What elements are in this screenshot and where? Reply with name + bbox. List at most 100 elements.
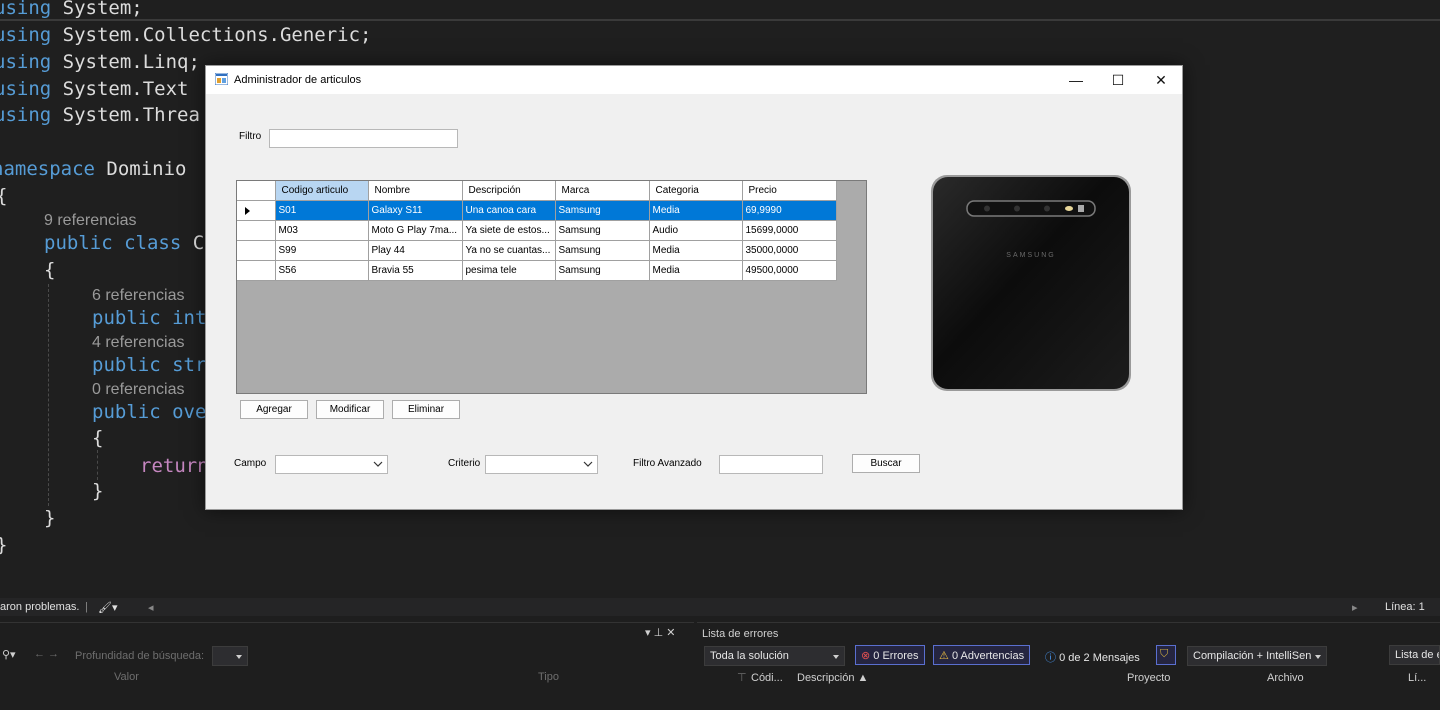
namespace-line: namespace Dominio	[0, 158, 187, 180]
phone-brand-text: SAMSUNG	[1006, 252, 1055, 259]
grid-row[interactable]: S99 Play 44 Ya no se cuantas... Samsung …	[237, 240, 837, 261]
column-header-price[interactable]: Precio	[742, 181, 837, 201]
brace-close: }	[0, 534, 7, 556]
column-header-name[interactable]: Nombre	[368, 181, 463, 201]
grid-row[interactable]: S56 Bravia 55 pesima tele Samsung Media …	[237, 260, 837, 281]
brush-icon[interactable]: 🖌▾	[98, 601, 118, 614]
cell-category[interactable]: Media	[649, 240, 743, 261]
column-header-description[interactable]: Descripción	[462, 181, 556, 201]
code-line-4: using System.Text	[0, 78, 189, 100]
codelens-refs[interactable]: 0 referencias	[92, 379, 185, 401]
cell-description[interactable]: Una canoa cara	[462, 200, 556, 221]
property-line: public str	[92, 354, 207, 376]
errors-filter-button[interactable]: ⊗ 0 Errores	[855, 645, 925, 665]
codelens-refs[interactable]: 6 referencias	[92, 285, 185, 307]
cell-price[interactable]: 35000,0000	[742, 240, 837, 261]
chevron-down-icon	[373, 461, 383, 467]
cell-price[interactable]: 69,9990	[742, 200, 837, 221]
cell-name[interactable]: Bravia 55	[368, 260, 463, 281]
row-header[interactable]	[237, 260, 276, 281]
cell-name[interactable]: Moto G Play 7ma...	[368, 220, 463, 241]
search-button[interactable]: Buscar	[852, 454, 920, 473]
scroll-right-icon[interactable]: ▸	[1352, 601, 1358, 614]
scroll-left-icon[interactable]: ◂	[148, 601, 154, 614]
code-line-2: using System.Collections.Generic;	[0, 24, 372, 46]
build-dropdown[interactable]: Compilación + IntelliSen	[1187, 646, 1327, 666]
error-icon: ⊗	[861, 650, 871, 662]
cell-brand[interactable]: Samsung	[555, 240, 650, 261]
error-list-panel: Lista de errores Toda la solución ⊗ 0 Er…	[697, 622, 1440, 710]
cell-brand[interactable]: Samsung	[555, 260, 650, 281]
cell-code[interactable]: S99	[275, 240, 369, 261]
row-header[interactable]	[237, 220, 276, 241]
codelens-refs[interactable]: 4 referencias	[92, 332, 185, 354]
grid-row-selected[interactable]: S01 Galaxy S11 Una canoa cara Samsung Me…	[237, 200, 837, 221]
codelens-refs[interactable]: 9 referencias	[44, 210, 137, 232]
window-title: Administrador de articulos	[234, 74, 362, 86]
cell-description[interactable]: Ya no se cuantas...	[462, 240, 556, 261]
advanced-filter-input[interactable]	[719, 455, 823, 474]
row-header[interactable]	[237, 200, 276, 221]
messages-filter-button[interactable]: ⓘ 0 de 2 Mensajes	[1039, 645, 1146, 665]
search-error-list-input[interactable]: Lista de e	[1389, 645, 1440, 665]
column-description[interactable]: Descripción ▲	[797, 672, 868, 684]
class-line: public class C	[44, 232, 205, 254]
class-brace-close: }	[44, 507, 56, 529]
cell-description[interactable]: Ya siete de estos...	[462, 220, 556, 241]
edit-button[interactable]: Modificar	[316, 400, 384, 419]
maximize-button[interactable]: ☐	[1096, 66, 1140, 94]
error-list-title: Lista de errores	[702, 628, 779, 640]
brace-open: {	[0, 185, 7, 207]
row-header-corner[interactable]	[237, 181, 276, 201]
articles-grid[interactable]: Codigo articulo Nombre Descripción Marca…	[236, 180, 867, 394]
depth-dropdown[interactable]	[212, 646, 248, 666]
cell-price[interactable]: 49500,0000	[742, 260, 837, 281]
minimize-button[interactable]: —	[1054, 66, 1098, 94]
cell-code[interactable]: S56	[275, 260, 369, 281]
cell-code[interactable]: S01	[275, 200, 369, 221]
column-header-code[interactable]: Codigo articulo	[275, 181, 369, 201]
column-file[interactable]: Archivo	[1267, 672, 1304, 684]
method-line: public ove	[92, 401, 207, 423]
warnings-filter-button[interactable]: ⚠ 0 Advertencias	[933, 645, 1031, 665]
cell-description[interactable]: pesima tele	[462, 260, 556, 281]
filter-input[interactable]	[269, 129, 458, 148]
property-line: public int	[92, 307, 207, 329]
cell-name[interactable]: Galaxy S11	[368, 200, 463, 221]
delete-button[interactable]: Eliminar	[392, 400, 460, 419]
cell-price[interactable]: 15699,0000	[742, 220, 837, 241]
class-brace-open: {	[44, 259, 56, 281]
problems-text: aron problemas.	[0, 601, 80, 613]
cell-brand[interactable]: Samsung	[555, 200, 650, 221]
column-header-brand[interactable]: Marca	[555, 181, 650, 201]
column-line[interactable]: Lí...	[1408, 672, 1426, 684]
panel-pin-controls[interactable]: ▾ ⊥ ✕	[645, 626, 675, 639]
back-arrow-icon[interactable]: ← →	[34, 648, 59, 660]
separator: |	[85, 601, 88, 613]
method-brace-open: {	[92, 427, 104, 449]
field-combobox[interactable]	[275, 455, 388, 474]
search-icon[interactable]: ⚲▾	[2, 648, 16, 661]
cell-category[interactable]: Media	[649, 260, 743, 281]
column-code[interactable]: Códi...	[751, 672, 783, 684]
grid-row[interactable]: M03 Moto G Play 7ma... Ya siete de estos…	[237, 220, 837, 241]
cell-brand[interactable]: Samsung	[555, 220, 650, 241]
cell-name[interactable]: Play 44	[368, 240, 463, 261]
add-button[interactable]: Agregar	[240, 400, 308, 419]
info-icon: ⓘ	[1045, 652, 1056, 664]
row-header[interactable]	[237, 240, 276, 261]
column-header-category[interactable]: Categoria	[649, 181, 743, 201]
code-line-3: using System.Linq;	[0, 51, 200, 73]
criteria-combobox[interactable]	[485, 455, 598, 474]
cell-category[interactable]: Audio	[649, 220, 743, 241]
scope-dropdown[interactable]: Toda la solución	[704, 646, 845, 666]
sort-icon: ⊤	[737, 672, 747, 684]
app-icon	[215, 73, 228, 85]
filter-icon[interactable]: ⛉	[1156, 645, 1176, 665]
column-project[interactable]: Proyecto	[1127, 672, 1170, 684]
cell-code[interactable]: M03	[275, 220, 369, 241]
cell-category[interactable]: Media	[649, 200, 743, 221]
title-bar[interactable]: Administrador de articulos — ☐ ✕	[206, 66, 1182, 94]
close-button[interactable]: ✕	[1139, 66, 1183, 94]
filter-label: Filtro	[239, 131, 262, 142]
